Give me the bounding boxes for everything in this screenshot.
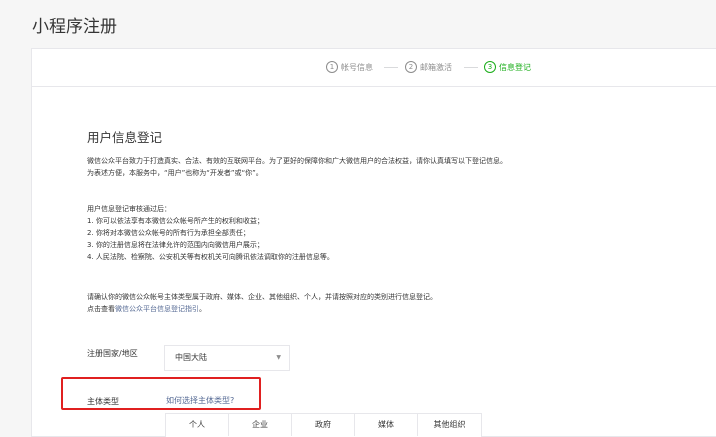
how-to-choose-subject-link[interactable]: 如何选择主体类型? [166, 395, 234, 406]
section-title: 用户信息登记 [87, 130, 163, 145]
review-item: 1. 你可以依法享有本微信公众帐号所产生的权利和收益； [87, 217, 264, 225]
subject-type-government[interactable]: 政府 [292, 414, 355, 436]
confirm-line: 点击查看微信公众平台信息登记指引。 [87, 303, 437, 315]
review-item: 2. 你将对本微信公众帐号的所有行为承担全部责任； [87, 229, 250, 237]
step-number: 3 [484, 61, 496, 73]
step-number: 2 [405, 61, 417, 73]
confirm-suffix: 。 [199, 305, 206, 313]
review-item: 4. 人民法院、检察院、公安机关等有权机关可向腾讯依法调取你的注册信息等。 [87, 253, 334, 261]
step-label: 邮箱激活 [420, 62, 452, 72]
review-heading: 用户信息登记审核通过后： [87, 205, 171, 213]
step-info-registration: 3 信息登记 [484, 61, 531, 73]
review-item: 3. 你的注册信息将在法律允许的范围内向微信用户展示； [87, 241, 264, 249]
step-label: 信息登记 [499, 62, 531, 72]
intro-line: 为表述方便，本服务中，“用户”也称为“开发者”或“你”。 [87, 169, 263, 177]
subject-type-label: 主体类型 [87, 397, 119, 406]
region-select-value: 中国大陆 [175, 353, 207, 362]
step-separator [384, 67, 398, 68]
subject-type-media[interactable]: 媒体 [355, 414, 418, 436]
confirm-prefix: 点击查看 [87, 305, 115, 313]
step-label: 帐号信息 [341, 62, 373, 72]
confirm-paragraph: 请确认你的微信公众帐号主体类型属于政府、媒体、企业、其他组织、个人，并请按照对应… [87, 291, 437, 315]
subject-type-enterprise[interactable]: 企业 [229, 414, 292, 436]
region-select[interactable]: 中国大陆 ▼ [164, 345, 290, 371]
step-email-activation: 2 邮箱激活 [405, 61, 452, 73]
step-indicator: 1 帐号信息 2 邮箱激活 3 信息登记 [32, 49, 716, 87]
step-number: 1 [326, 61, 338, 73]
intro-line: 微信公众平台致力于打造真实、合法、有效的互联网平台。为了更好的保障你和广大微信用… [87, 157, 507, 165]
subject-type-other-org[interactable]: 其他组织 [418, 414, 481, 436]
subject-type-table: 个人 企业 政府 媒体 其他组织 [165, 413, 482, 437]
review-paragraph: 用户信息登记审核通过后： 1. 你可以依法享有本微信公众帐号所产生的权利和收益；… [87, 203, 334, 263]
step-separator [464, 67, 478, 68]
chevron-down-icon: ▼ [276, 354, 281, 361]
subject-type-individual[interactable]: 个人 [166, 414, 229, 436]
registration-guide-link[interactable]: 微信公众平台信息登记指引 [115, 305, 199, 313]
step-account-info: 1 帐号信息 [326, 61, 373, 73]
region-label: 注册国家/地区 [87, 349, 138, 358]
intro-paragraph: 微信公众平台致力于打造真实、合法、有效的互联网平台。为了更好的保障你和广大微信用… [87, 155, 507, 179]
confirm-line: 请确认你的微信公众帐号主体类型属于政府、媒体、企业、其他组织、个人，并请按照对应… [87, 293, 437, 301]
page-title: 小程序注册 [32, 17, 117, 37]
